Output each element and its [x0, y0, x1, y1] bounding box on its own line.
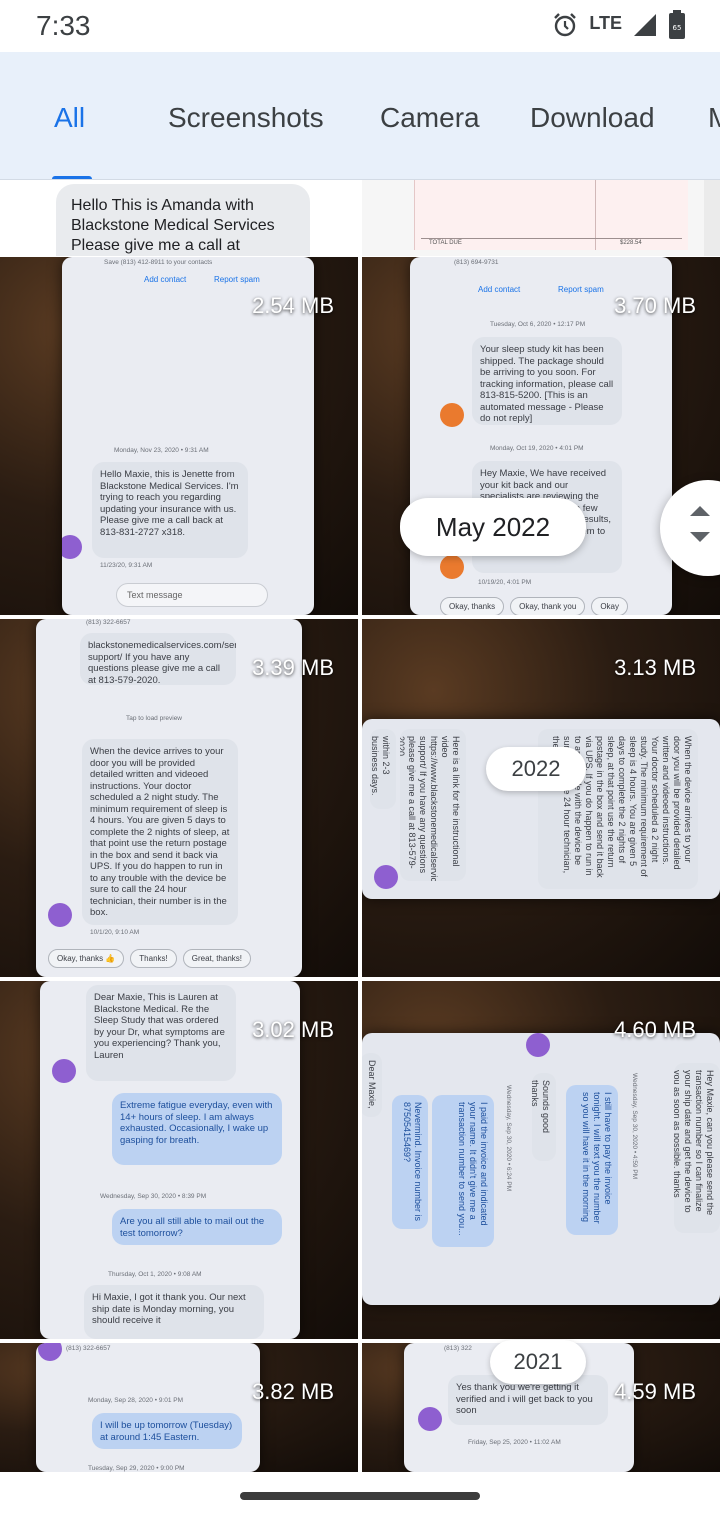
file-size-label: 3.39 MB — [252, 655, 334, 680]
file-size-label: 4.59 MB — [614, 1379, 696, 1404]
tab-more-partial[interactable]: M — [708, 102, 720, 134]
message-bubble: When the device arrives to your door you… — [82, 739, 238, 925]
contact-avatar — [48, 903, 72, 927]
tab-download[interactable]: Download — [530, 102, 655, 134]
status-bar: 7:33 LTE 65 — [0, 0, 720, 52]
message-bubble: I will be up tomorrow (Tuesday) at aroun… — [92, 1413, 242, 1449]
contact-avatar — [526, 1033, 550, 1057]
message-bubble: Hi Maxie, I got it thank you. Our next s… — [84, 1285, 264, 1339]
alarm-icon — [551, 11, 579, 44]
message-bubble: Dear Maxie, This is Lauren at Blackstone… — [86, 985, 236, 1081]
tab-all[interactable]: All — [54, 102, 85, 134]
file-size-label: 3.13 MB — [614, 655, 696, 680]
photo-thumbnail[interactable]: (813) 322-6657 Monday, Sep 28, 2020 • 9:… — [0, 1343, 358, 1472]
file-size-label: 4.60 MB — [614, 1017, 696, 1042]
photo-thumbnail-edge — [704, 180, 720, 256]
photo-thumbnail[interactable]: within 2-3 business days. Take care! Her… — [362, 619, 720, 977]
phone-screen: Hey Maxie, can you please send the trans… — [362, 1033, 720, 1305]
photo-thumbnail-partial[interactable]: Hello This is Amanda with Blackstone Med… — [0, 180, 358, 256]
message-bubble: Your sleep study kit has been shipped. T… — [472, 337, 622, 425]
photo-thumbnail[interactable]: (813) 322-6657 blackstonemedicalservices… — [0, 619, 358, 977]
phone-screen: (813) 322-6657 Monday, Sep 28, 2020 • 9:… — [36, 1343, 260, 1472]
contact-avatar — [418, 1407, 442, 1431]
message-bubble: Are you all still able to mail out the t… — [112, 1209, 282, 1245]
receipt-amount: $228.54 — [620, 240, 642, 246]
text-message-field: Text message — [116, 583, 268, 607]
battery-level: 65 — [673, 24, 682, 32]
date-scroll-label: May 2022 — [400, 498, 586, 556]
signal-icon — [632, 12, 658, 43]
file-size-label: 3.70 MB — [614, 293, 696, 318]
year-marker: 2022 — [486, 747, 586, 791]
status-icons: LTE 65 — [551, 9, 686, 45]
contact-avatar — [374, 865, 398, 889]
contact-avatar — [62, 535, 82, 559]
photo-thumbnail[interactable]: Dear Maxie, This is Lauren at Blackstone… — [0, 981, 358, 1339]
file-size-label: 3.82 MB — [252, 1379, 334, 1404]
contact-avatar — [440, 555, 464, 579]
home-gesture-handle[interactable] — [240, 1492, 480, 1500]
contact-avatar — [440, 403, 464, 427]
filter-tabs-bar: All Screenshots Camera Download M — [0, 52, 720, 180]
contact-avatar — [38, 1343, 62, 1361]
year-marker: 2021 — [490, 1340, 586, 1384]
navigation-bar — [0, 1472, 720, 1520]
phone-screen: within 2-3 business days. Take care! Her… — [362, 719, 720, 899]
tab-screenshots[interactable]: Screenshots — [168, 102, 324, 134]
file-size-label: 3.02 MB — [252, 1017, 334, 1042]
network-type: LTE — [589, 12, 622, 33]
photo-thumbnail[interactable]: Hey Maxie, can you please send the trans… — [362, 981, 720, 1339]
message-bubble: Hello This is Amanda with Blackstone Med… — [56, 184, 310, 256]
fast-scroll-handle[interactable] — [660, 480, 720, 576]
status-time: 7:33 — [36, 10, 91, 41]
photo-thumbnail-partial[interactable]: TOTAL DUE $228.54 — [362, 180, 720, 256]
photo-thumbnail[interactable]: Save (813) 412-8911 to your contacts Add… — [0, 257, 358, 615]
message-bubble: Hello Maxie, this is Jenette from Blacks… — [92, 462, 248, 558]
message-bubble: Extreme fatigue everyday, even with 14+ … — [112, 1093, 282, 1165]
file-size-label: 2.54 MB — [252, 293, 334, 318]
photo-grid[interactable]: Hello This is Amanda with Blackstone Med… — [0, 180, 720, 1472]
receipt-image: TOTAL DUE $228.54 — [414, 180, 688, 250]
scroll-arrows-icon — [690, 506, 710, 542]
message-bubble: blackstonemedicalservices.com/service-su… — [80, 633, 236, 685]
battery-icon: 65 — [668, 9, 686, 45]
contact-avatar — [52, 1059, 76, 1083]
tab-camera[interactable]: Camera — [380, 102, 480, 134]
receipt-total-label: TOTAL DUE — [429, 240, 462, 246]
